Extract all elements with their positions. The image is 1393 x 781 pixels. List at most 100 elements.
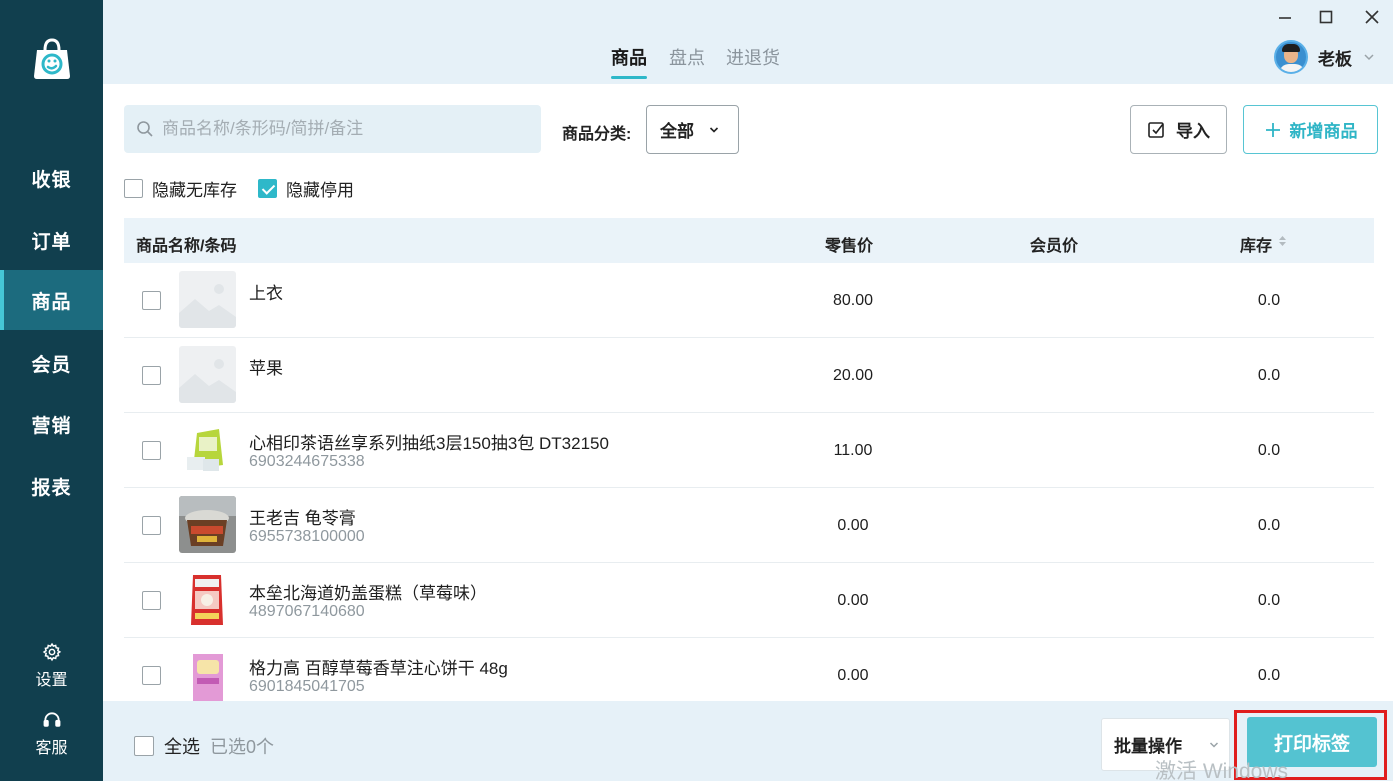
table-row[interactable]: 心相印茶语丝享系列抽纸3层150抽3包 DT32150 690324467533… xyxy=(124,413,1374,488)
product-barcode: 6903244675338 xyxy=(249,453,365,470)
table-row[interactable]: 本垒北海道奶盖蛋糕（草莓味） 4897067140680 0.00 0.0 xyxy=(124,563,1374,638)
user-menu[interactable]: 老板 xyxy=(1274,40,1376,74)
cake-pack-icon xyxy=(179,571,236,628)
product-name: 上衣 xyxy=(249,284,283,303)
print-labels-label: 打印标签 xyxy=(1273,733,1350,755)
image-placeholder-icon xyxy=(179,284,236,328)
sidebar-item-members[interactable]: 会员 xyxy=(0,333,103,393)
row-checkbox[interactable] xyxy=(142,366,161,385)
column-retail-price[interactable]: 零售价 xyxy=(825,232,873,256)
sort-icon[interactable] xyxy=(1278,235,1287,247)
support-label: 客服 xyxy=(35,740,68,757)
row-checkbox[interactable] xyxy=(142,516,161,535)
sidebar-item-orders[interactable]: 订单 xyxy=(0,210,103,270)
avatar xyxy=(1274,40,1308,74)
row-checkbox[interactable] xyxy=(142,591,161,610)
checkbox[interactable] xyxy=(258,179,277,198)
maximize-button[interactable] xyxy=(1315,6,1337,28)
stock-value: 0.0 xyxy=(1257,592,1281,609)
close-button[interactable] xyxy=(1361,6,1383,28)
product-name: 苹果 xyxy=(249,359,283,378)
sidebar-item-reports[interactable]: 报表 xyxy=(0,456,103,516)
category-select[interactable]: 全部 xyxy=(646,105,739,154)
gear-icon xyxy=(42,642,61,662)
settings-button[interactable]: 设置 xyxy=(0,642,103,690)
chevron-down-icon xyxy=(1364,54,1374,61)
sidebar-item-marketing[interactable]: 营销 xyxy=(0,394,103,454)
user-name: 老板 xyxy=(1318,49,1352,69)
filter-label: 隐藏停用 xyxy=(286,181,354,200)
stock-value: 0.0 xyxy=(1257,667,1281,684)
sidebar: 收银 订单 商品 会员 营销 报表 设置 客服 xyxy=(0,0,103,781)
sidebar-item-label: 收银 xyxy=(31,169,72,191)
add-product-label: 新增商品 xyxy=(1289,122,1358,141)
chevron-down-icon xyxy=(1209,741,1219,748)
close-icon xyxy=(1365,10,1379,24)
retail-price: 80.00 xyxy=(832,292,874,309)
windows-activation-watermark: 激活 Windows xyxy=(1155,760,1289,781)
product-name: 心相印茶语丝享系列抽纸3层150抽3包 DT32150 xyxy=(249,434,609,453)
stock-value: 0.0 xyxy=(1257,442,1281,459)
import-button[interactable]: 导入 xyxy=(1130,105,1227,154)
app-logo-icon xyxy=(29,36,75,82)
top-header: 商品 盘点 进退货 老板 xyxy=(103,0,1393,84)
plus-icon xyxy=(1265,122,1280,137)
category-label: 商品分类: xyxy=(562,126,632,143)
stock-value: 0.0 xyxy=(1257,517,1281,534)
product-barcode: 6955738100000 xyxy=(249,528,365,545)
sidebar-item-label: 会员 xyxy=(31,354,72,376)
selected-count: 已选0个 xyxy=(210,737,275,757)
image-placeholder-icon xyxy=(179,359,236,403)
product-thumbnail-placeholder xyxy=(179,346,236,403)
sidebar-item-label: 营销 xyxy=(31,415,72,437)
retail-price: 0.00 xyxy=(837,517,869,534)
retail-price: 0.00 xyxy=(837,592,869,609)
sidebar-item-label: 订单 xyxy=(31,231,72,253)
row-checkbox[interactable] xyxy=(142,291,161,310)
search-input[interactable] xyxy=(162,119,522,139)
product-thumbnail xyxy=(179,571,236,628)
table-row[interactable]: 苹果 20.00 0.0 xyxy=(124,338,1374,413)
hide-disabled-checkbox[interactable]: 隐藏停用 xyxy=(258,176,354,201)
import-label: 导入 xyxy=(1176,122,1210,141)
biscuit-box-icon xyxy=(179,646,236,703)
retail-price: 11.00 xyxy=(833,442,873,459)
sidebar-item-checkout[interactable]: 收银 xyxy=(0,148,103,208)
column-stock[interactable]: 库存 xyxy=(1240,232,1272,256)
search-box[interactable] xyxy=(124,105,541,153)
table-header: 商品名称/条码 零售价 会员价 库存 xyxy=(124,218,1374,263)
checkbox[interactable] xyxy=(134,736,154,756)
hide-out-of-stock-checkbox[interactable]: 隐藏无库存 xyxy=(124,176,237,201)
tissue-pack-icon xyxy=(179,421,236,478)
tab-purchase-return[interactable]: 进退货 xyxy=(726,44,780,70)
chevron-down-icon xyxy=(709,126,719,133)
import-icon xyxy=(1148,122,1164,138)
column-member-price[interactable]: 会员价 xyxy=(1030,232,1078,256)
jelly-cup-icon xyxy=(179,496,236,553)
product-thumbnail xyxy=(179,646,236,703)
row-checkbox[interactable] xyxy=(142,441,161,460)
tab-inventory-count[interactable]: 盘点 xyxy=(669,44,705,70)
product-barcode: 4897067140680 xyxy=(249,603,365,620)
support-button[interactable]: 客服 xyxy=(0,710,103,758)
category-value: 全部 xyxy=(660,122,694,141)
filter-label: 隐藏无库存 xyxy=(152,181,237,200)
sidebar-item-label: 报表 xyxy=(31,477,72,499)
table-row[interactable]: 王老吉 龟苓膏 6955738100000 0.00 0.0 xyxy=(124,488,1374,563)
sidebar-item-products[interactable]: 商品 xyxy=(0,270,103,330)
select-all-checkbox[interactable]: 全选 已选0个 xyxy=(134,733,274,759)
maximize-icon xyxy=(1319,10,1333,24)
row-checkbox[interactable] xyxy=(142,666,161,685)
retail-price: 0.00 xyxy=(837,667,869,684)
checkbox[interactable] xyxy=(124,179,143,198)
stock-value: 0.0 xyxy=(1257,292,1281,309)
retail-price: 20.00 xyxy=(832,367,874,384)
product-thumbnail xyxy=(179,421,236,478)
minimize-button[interactable] xyxy=(1274,6,1296,28)
tab-products[interactable]: 商品 xyxy=(611,44,647,79)
select-all-label: 全选 xyxy=(164,737,200,757)
batch-label: 批量操作 xyxy=(1114,737,1182,756)
search-icon xyxy=(137,121,153,137)
add-product-button[interactable]: 新增商品 xyxy=(1243,105,1378,154)
table-row[interactable]: 上衣 80.00 0.0 xyxy=(124,263,1374,338)
